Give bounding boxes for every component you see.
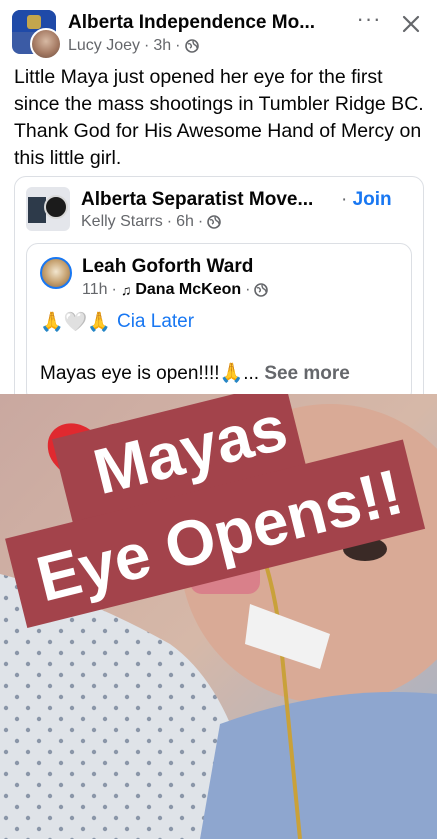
inner-meta: 11h · ♫ Dana McKeon · (82, 281, 269, 299)
more-options-button[interactable]: ··· (354, 8, 384, 34)
shared-group-avatar[interactable] (26, 187, 70, 231)
join-label[interactable]: Join (353, 189, 392, 210)
post-meta: Lucy Joey · 3h · (68, 37, 199, 55)
photo-illustration: Mayas Eye Opens!! (0, 394, 437, 839)
tag-link[interactable]: Cia Later (117, 311, 194, 333)
tagged-person-link[interactable]: Dana McKeon (135, 281, 241, 299)
shared-time[interactable]: 6h (176, 213, 194, 231)
post-photo[interactable]: Mayas Eye Opens!! (0, 394, 437, 839)
meta-separator: · (144, 37, 150, 54)
inner-time[interactable]: 11h (82, 281, 108, 299)
meta-separator: · (166, 213, 173, 230)
post-time[interactable]: 3h (153, 37, 171, 55)
author-avatar[interactable] (30, 28, 62, 60)
flag-crest-graphic (27, 15, 41, 29)
meta-separator: · (245, 281, 251, 298)
close-icon[interactable] (399, 12, 423, 36)
flag-graphic (28, 197, 46, 223)
inner-author-link[interactable]: Leah Goforth Ward (82, 256, 253, 278)
seal-graphic (44, 195, 68, 219)
music-note-icon: ♫ (120, 282, 132, 298)
meta-separator: · (197, 213, 204, 230)
globe-icon (184, 39, 199, 53)
group-name-link[interactable]: Alberta Independence Mo... (68, 12, 353, 34)
join-button[interactable]: · Join (341, 189, 392, 211)
tag-line: 🙏🤍🙏 Cia Later (40, 310, 194, 334)
inner-post-card[interactable]: Leah Goforth Ward 11h · ♫ Dana McKeon · … (26, 243, 412, 403)
globe-icon (254, 283, 269, 297)
post-body-text: Little Maya just opened her eye for the … (14, 66, 424, 169)
shared-group-name-link[interactable]: Alberta Separatist Move... (81, 189, 336, 211)
author-name-link[interactable]: Lucy Joey (68, 37, 140, 55)
inner-post-text: Mayas eye is open!!!!🙏... See more (40, 361, 350, 385)
join-separator: · (341, 189, 348, 210)
inner-author-avatar[interactable] (40, 257, 72, 289)
prayer-emojis: 🙏🤍🙏 (40, 312, 111, 333)
globe-icon (207, 215, 222, 229)
see-more-link[interactable]: See more (264, 363, 350, 384)
shared-author-link[interactable]: Kelly Starrs (81, 213, 163, 231)
meta-separator: · (111, 281, 117, 298)
meta-separator: · (175, 37, 181, 54)
shared-meta: Kelly Starrs · 6h · (81, 213, 222, 231)
inner-text-content: Mayas eye is open!!!!🙏... (40, 363, 260, 384)
post-header: Alberta Independence Mo... Lucy Joey · 3… (12, 8, 425, 60)
